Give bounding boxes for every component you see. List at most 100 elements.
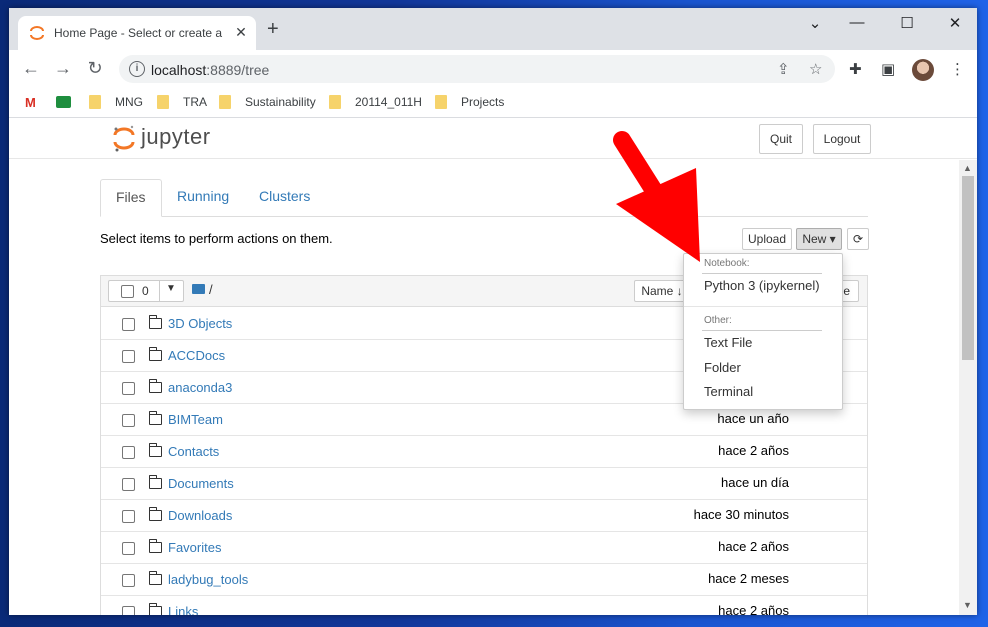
select-all-checkbox[interactable]	[121, 285, 134, 298]
new-dropdown-button[interactable]: New ▾	[796, 228, 842, 250]
scroll-down-icon[interactable]: ▼	[963, 600, 972, 610]
site-info-icon[interactable]: i	[129, 61, 145, 77]
folder-path-icon[interactable]	[192, 284, 205, 294]
reload-icon[interactable]: ↻	[85, 58, 105, 79]
file-name-link[interactable]: 3D Objects	[168, 316, 232, 331]
tab-files[interactable]: Files	[100, 179, 162, 217]
new-text-file-item[interactable]: Text File	[704, 335, 752, 350]
file-name-link[interactable]: ACCDocs	[168, 348, 225, 363]
table-row[interactable]: Favorites hace 2 años	[101, 532, 867, 564]
new-tab-button[interactable]: +	[267, 19, 279, 39]
bookmark-item[interactable]: MNG	[89, 95, 143, 109]
modified-time: hace 2 meses	[708, 571, 789, 586]
logout-button[interactable]: Logout	[813, 124, 871, 154]
bookmark-item[interactable]: Projects	[435, 95, 504, 109]
gmail-icon[interactable]: M	[25, 95, 36, 110]
file-name-link[interactable]: anaconda3	[168, 380, 232, 395]
folder-icon	[157, 95, 169, 109]
page-scrollbar[interactable]: ▲ ▼	[959, 160, 977, 615]
current-path[interactable]: /	[209, 282, 213, 297]
bookmark-item[interactable]: TRA	[157, 95, 207, 109]
browser-tab[interactable]: Home Page - Select or create a notebook …	[18, 16, 256, 50]
jupyter-wordmark[interactable]: jupyter	[141, 124, 211, 150]
table-row[interactable]: Links hace 2 años	[101, 596, 867, 615]
new-terminal-item[interactable]: Terminal	[704, 384, 753, 399]
minimize-button[interactable]: —	[847, 14, 867, 31]
forward-icon[interactable]: →	[53, 58, 73, 79]
table-row[interactable]: ladybug_tools hace 2 meses	[101, 564, 867, 596]
close-tab-icon[interactable]: ✕	[233, 24, 249, 41]
scroll-up-icon[interactable]: ▲	[963, 163, 972, 173]
menu-icon[interactable]: ⋮	[950, 60, 965, 78]
bookmark-star-icon[interactable]: ☆	[809, 60, 822, 78]
profile-avatar[interactable]	[912, 59, 934, 81]
modified-time: hace 2 años	[718, 539, 789, 554]
folder-icon	[148, 411, 162, 425]
row-checkbox[interactable]	[122, 446, 135, 459]
modified-time: hace 30 minutos	[693, 507, 789, 522]
refresh-icon[interactable]: ⟳	[847, 228, 869, 250]
row-checkbox[interactable]	[122, 350, 135, 363]
extensions-icon[interactable]: ✚	[849, 60, 862, 78]
row-checkbox[interactable]	[122, 510, 135, 523]
folder-icon	[148, 539, 162, 553]
header-underline	[702, 273, 822, 274]
folder-icon	[435, 95, 447, 109]
row-checkbox[interactable]	[122, 382, 135, 395]
row-checkbox[interactable]	[122, 478, 135, 491]
table-row[interactable]: Contacts hace 2 años	[101, 436, 867, 468]
other-header: Other:	[704, 315, 732, 326]
new-python3-item[interactable]: Python 3 (ipykernel)	[704, 278, 820, 293]
address-bar[interactable]: i localhost:8889/tree ⇪ ☆	[119, 55, 835, 83]
close-window-button[interactable]: ✕	[945, 14, 965, 32]
row-checkbox[interactable]	[122, 414, 135, 427]
scrollbar-thumb[interactable]	[962, 176, 974, 360]
selected-count: 0	[142, 284, 149, 298]
folder-icon	[329, 95, 341, 109]
bookmark-label: Projects	[461, 95, 505, 109]
table-row[interactable]: Downloads hace 30 minutos	[101, 500, 867, 532]
back-icon[interactable]: ←	[21, 58, 41, 79]
row-checkbox[interactable]	[122, 542, 135, 555]
bookmarks-bar: M MNG TRA Sustainability 20114_011H Proj…	[9, 88, 977, 118]
header-underline	[702, 330, 822, 331]
modified-time: hace 2 años	[718, 443, 789, 458]
new-dropdown-menu: Notebook: Python 3 (ipykernel) Other: Te…	[683, 253, 843, 410]
tab-clusters[interactable]: Clusters	[244, 179, 325, 217]
folder-icon	[148, 379, 162, 393]
maximize-button[interactable]: ☐	[897, 14, 917, 32]
file-name-link[interactable]: ladybug_tools	[168, 572, 248, 587]
red-arrow-annotation	[613, 131, 700, 262]
row-checkbox[interactable]	[122, 574, 135, 587]
file-name-link[interactable]: Downloads	[168, 508, 232, 523]
tab-search-icon[interactable]: ⌄	[805, 14, 825, 32]
jupyter-favicon-icon	[30, 26, 44, 40]
select-divider	[159, 281, 160, 301]
table-row[interactable]: Documents hace un día	[101, 468, 867, 500]
side-panel-icon[interactable]: ▣	[881, 60, 895, 78]
file-name-link[interactable]: BIMTeam	[168, 412, 223, 427]
tab-title: Home Page - Select or create a notebook	[54, 26, 226, 40]
new-folder-item[interactable]: Folder	[704, 360, 741, 375]
file-name-link[interactable]: Links	[168, 604, 198, 615]
bookmark-label: 20114_011H	[355, 95, 422, 109]
file-name-link[interactable]: Contacts	[168, 444, 219, 459]
jupyter-page: jupyter Quit Logout ▲ ▼ Files Running Cl…	[9, 119, 977, 615]
sort-by-name-button[interactable]: Name ↓	[634, 280, 690, 302]
chat-icon[interactable]	[56, 96, 71, 108]
tab-running[interactable]: Running	[162, 179, 244, 217]
select-all-group[interactable]: 0 ▼	[108, 280, 184, 302]
quit-button[interactable]: Quit	[759, 124, 803, 154]
upload-button[interactable]: Upload	[742, 228, 792, 250]
file-name-link[interactable]: Favorites	[168, 540, 221, 555]
chevron-down-icon[interactable]: ▼	[166, 283, 176, 294]
folder-icon	[148, 571, 162, 585]
bookmark-item[interactable]: 20114_011H	[329, 95, 422, 109]
file-name-link[interactable]: Documents	[168, 476, 234, 491]
share-icon[interactable]: ⇪	[777, 60, 790, 78]
bookmark-item[interactable]: Sustainability	[219, 95, 316, 109]
row-checkbox[interactable]	[122, 606, 135, 615]
bookmark-label: MNG	[115, 95, 143, 109]
row-checkbox[interactable]	[122, 318, 135, 331]
folder-icon	[148, 315, 162, 329]
